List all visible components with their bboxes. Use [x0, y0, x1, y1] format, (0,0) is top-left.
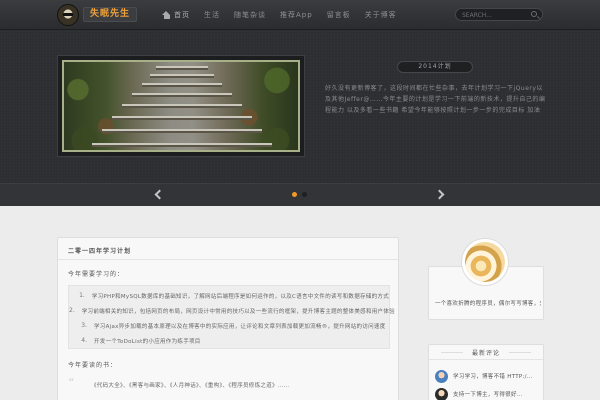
nav-item-home[interactable]: 首页 [162, 10, 190, 20]
post-title[interactable]: 二零一四年学习计划 [68, 246, 131, 255]
nav-item-guestbook[interactable]: 留言板 [327, 10, 351, 20]
avatar [435, 387, 448, 400]
slider-dot-1[interactable] [292, 192, 297, 197]
nav-item-apps[interactable]: 推荐App [280, 10, 313, 20]
list-item: 3. 学习Ajax异步加载的基本原理以及在博客中的实际应用，让评论和文章列表加载… [81, 322, 386, 330]
list-item: 2. 学习前端相关的知识，包括网页的布局，网页设计中常用的技巧以及一些流行的框架… [69, 307, 395, 315]
quote-icon: “ [68, 376, 75, 390]
search-box [455, 8, 543, 21]
blockquote-text: 《代码大全》、《黑客与画家》、《人月神话》、《重构》、《程序员修炼之道》…… [91, 383, 290, 389]
site-brand-title[interactable]: 失眠先生 [83, 7, 137, 22]
divider [58, 259, 398, 260]
chevron-right-icon[interactable] [434, 189, 445, 200]
slide-image-frame[interactable] [57, 55, 305, 157]
widget-title: 最新评论 [441, 348, 531, 357]
site-logo-avatar[interactable] [57, 4, 79, 26]
comment-item[interactable]: 学习学习，博客不错 HTTP:/... [435, 368, 541, 384]
comment-item[interactable]: 支持一下博主，写得很好... [435, 386, 541, 400]
slider-controls [0, 183, 600, 206]
post-subheading: 今年需要学习的： [68, 271, 125, 278]
recent-comments-widget: 最新评论 学习学习，博客不错 HTTP:/... 支持一下博主，写得很好... [428, 344, 544, 400]
slide-photo-stairs [62, 60, 300, 152]
post-card: 二零一四年学习计划 今年需要学习的： 1. 学习PHP和MySQL数据库的基础知… [57, 237, 399, 400]
nav-item-essays[interactable]: 随笔杂谈 [234, 10, 266, 20]
post-subheading: 今年要读的书： [68, 362, 118, 369]
list-item: 1. 学习PHP和MySQL数据库的基础知识，了解网站后端程序是如何运作的，以及… [79, 292, 389, 300]
chevron-left-icon[interactable] [154, 189, 165, 200]
slider-dot-2[interactable] [302, 192, 307, 197]
nav-item-label: 首页 [174, 11, 190, 19]
main-nav: 首页 生活 随笔杂谈 推荐App 留言板 关于博客 [162, 0, 411, 30]
search-input[interactable] [462, 10, 528, 20]
search-icon[interactable] [531, 11, 537, 17]
featured-slider: 2014计划 好久没有更新博客了，这段时间都在忙些杂事，去年计划学习一下jQue… [0, 30, 600, 206]
avatar [435, 369, 448, 383]
nav-item-life[interactable]: 生活 [204, 10, 220, 20]
list-item: 4. 开发一个ToDoList的小应用作为练手项目 [81, 337, 201, 345]
top-navigation-bar: 失眠先生 首页 生活 随笔杂谈 推荐App 留言板 关于博客 [0, 0, 600, 30]
slide-excerpt: 好久没有更新博客了，这段时间都在忙些杂事，去年计划学习一下jQuery以及其他J… [325, 85, 546, 114]
author-bio: 一个喜欢折腾的程序员，偶尔写写博客，分享生活中的点滴。 [435, 301, 541, 307]
avatar[interactable] [461, 238, 509, 286]
ordered-list: 1. 学习PHP和MySQL数据库的基础知识，了解网站后端程序是如何运作的，以及… [68, 285, 395, 349]
slide-title[interactable]: 2014计划 [397, 61, 473, 73]
nav-item-about[interactable]: 关于博客 [365, 10, 397, 20]
home-icon [162, 11, 171, 19]
widget-header: 最新评论 [429, 345, 543, 360]
